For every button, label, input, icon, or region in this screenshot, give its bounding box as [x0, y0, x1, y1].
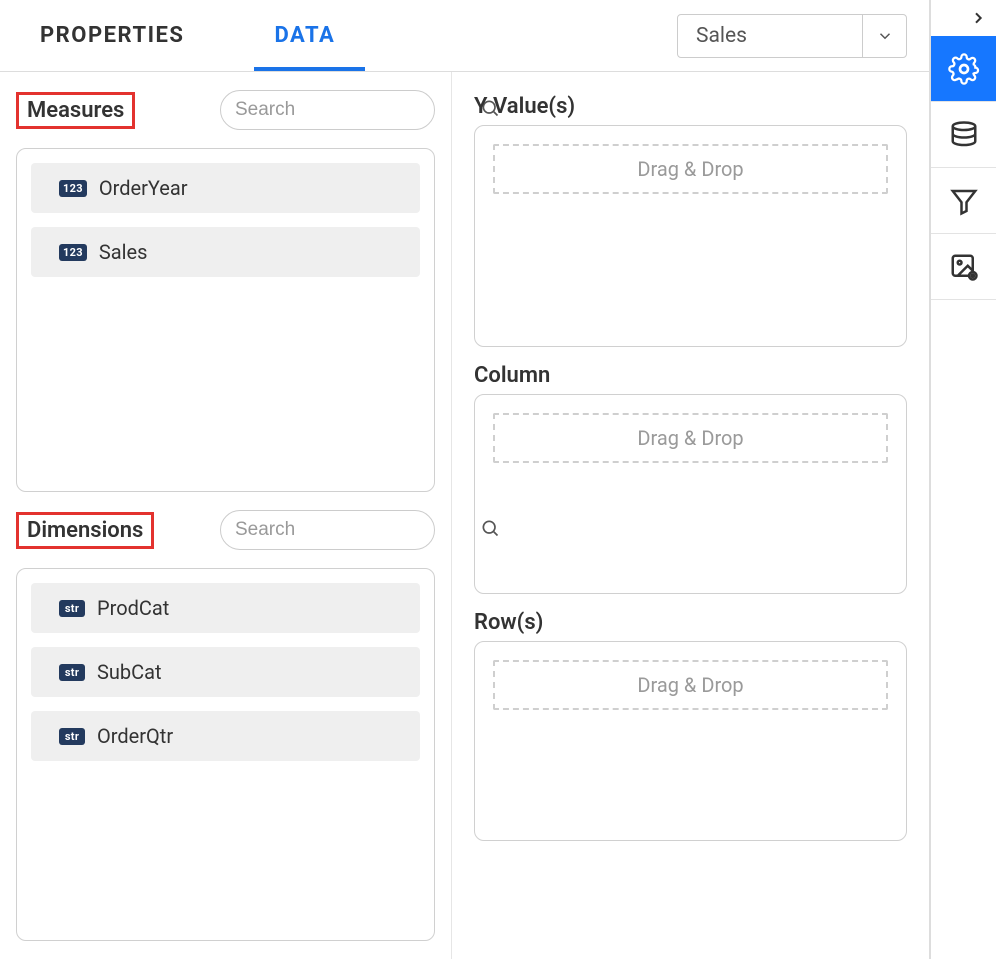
measure-item[interactable]: 123 Sales	[31, 227, 420, 277]
top-bar: PROPERTIES DATA Sales	[0, 0, 929, 72]
yvalues-title: Y Value(s)	[474, 94, 907, 119]
drop-placeholder: Drag & Drop	[493, 413, 888, 463]
rows-title: Row(s)	[474, 610, 907, 635]
rows-dropzone[interactable]: Drag & Drop	[474, 641, 907, 841]
column-dropzone[interactable]: Drag & Drop	[474, 394, 907, 594]
filter-icon	[949, 186, 979, 216]
fields-pane: Measures 123 OrderYear 123 Sales	[0, 72, 452, 959]
dropzones-pane: Y Value(s) Drag & Drop Column Drag & Dro…	[452, 72, 929, 959]
measures-box: 123 OrderYear 123 Sales	[16, 148, 435, 492]
sidebar-data[interactable]	[931, 102, 996, 168]
dimensions-search-input[interactable]	[235, 519, 480, 541]
dimension-item[interactable]: str OrderQtr	[31, 711, 420, 761]
dimension-label: SubCat	[97, 660, 162, 684]
chevron-down-icon	[862, 15, 906, 57]
sidebar-filter[interactable]	[931, 168, 996, 234]
sidebar-image[interactable]	[931, 234, 996, 300]
dimension-item[interactable]: str ProdCat	[31, 583, 420, 633]
dimensions-title: Dimensions	[16, 512, 154, 549]
dimensions-box: str ProdCat str SubCat str OrderQtr	[16, 568, 435, 941]
measures-header: Measures	[16, 90, 435, 130]
drop-placeholder: Drag & Drop	[493, 144, 888, 194]
dimensions-header: Dimensions	[16, 510, 435, 550]
number-type-icon: 123	[59, 180, 87, 197]
yvalues-section: Y Value(s) Drag & Drop	[474, 94, 907, 347]
datasource-dropdown[interactable]: Sales	[677, 14, 907, 58]
column-title: Column	[474, 363, 907, 388]
string-type-icon: str	[59, 728, 85, 745]
string-type-icon: str	[59, 664, 85, 681]
sidebar-settings[interactable]	[931, 36, 996, 102]
measure-item[interactable]: 123 OrderYear	[31, 163, 420, 213]
number-type-icon: 123	[59, 244, 87, 261]
column-section: Column Drag & Drop	[474, 363, 907, 594]
main-panel: PROPERTIES DATA Sales Measures	[0, 0, 930, 959]
body: Measures 123 OrderYear 123 Sales	[0, 72, 929, 959]
tab-properties[interactable]: PROPERTIES	[0, 0, 234, 71]
tab-strip: PROPERTIES DATA	[0, 0, 385, 71]
measures-title: Measures	[16, 92, 135, 129]
collapse-sidebar-button[interactable]	[931, 0, 996, 36]
dimensions-search[interactable]	[220, 510, 435, 550]
string-type-icon: str	[59, 600, 85, 617]
rows-section: Row(s) Drag & Drop	[474, 610, 907, 841]
datasource-label: Sales	[678, 24, 862, 48]
measure-label: Sales	[99, 240, 148, 264]
tab-data[interactable]: DATA	[234, 0, 385, 71]
gear-icon	[948, 53, 980, 85]
dimension-item[interactable]: str SubCat	[31, 647, 420, 697]
chevron-right-icon	[970, 10, 986, 26]
dimension-label: OrderQtr	[97, 724, 173, 748]
drop-placeholder: Drag & Drop	[493, 660, 888, 710]
yvalues-dropzone[interactable]: Drag & Drop	[474, 125, 907, 347]
measures-search[interactable]	[220, 90, 435, 130]
database-icon	[949, 120, 979, 150]
measure-label: OrderYear	[99, 176, 188, 200]
image-settings-icon	[949, 252, 979, 282]
measures-search-input[interactable]	[235, 99, 480, 121]
right-sidebar	[930, 0, 996, 959]
dimension-label: ProdCat	[97, 596, 169, 620]
